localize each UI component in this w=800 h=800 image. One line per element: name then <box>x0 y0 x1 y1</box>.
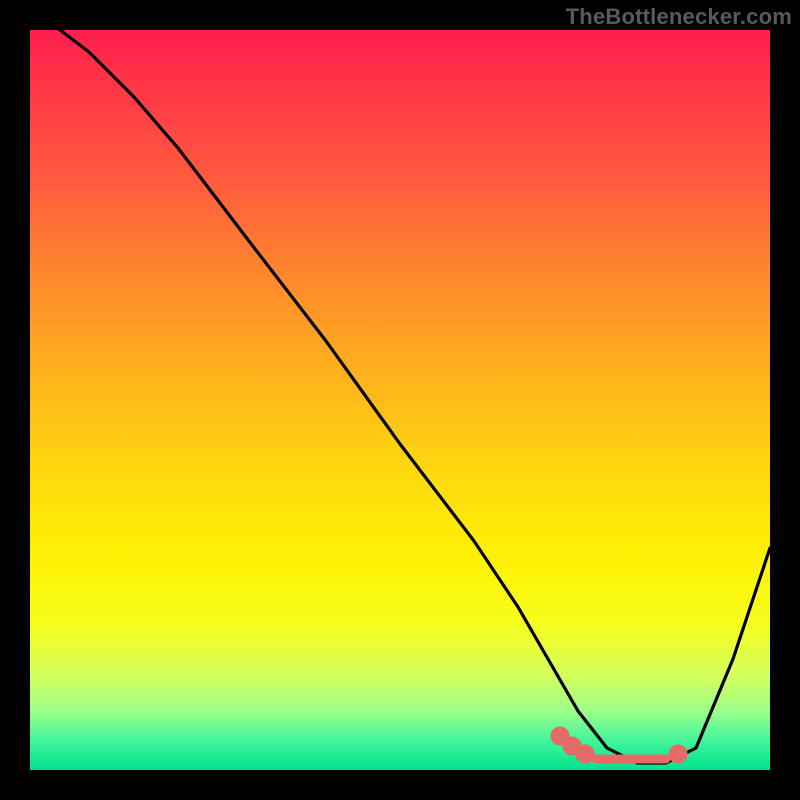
watermark-text: TheBottlenecker.com <box>566 4 792 30</box>
chart-frame: TheBottlenecker.com <box>0 0 800 800</box>
valley-marker <box>555 731 683 759</box>
plot-area <box>30 30 770 770</box>
curve-svg <box>30 30 770 770</box>
bottleneck-curve <box>30 30 770 763</box>
